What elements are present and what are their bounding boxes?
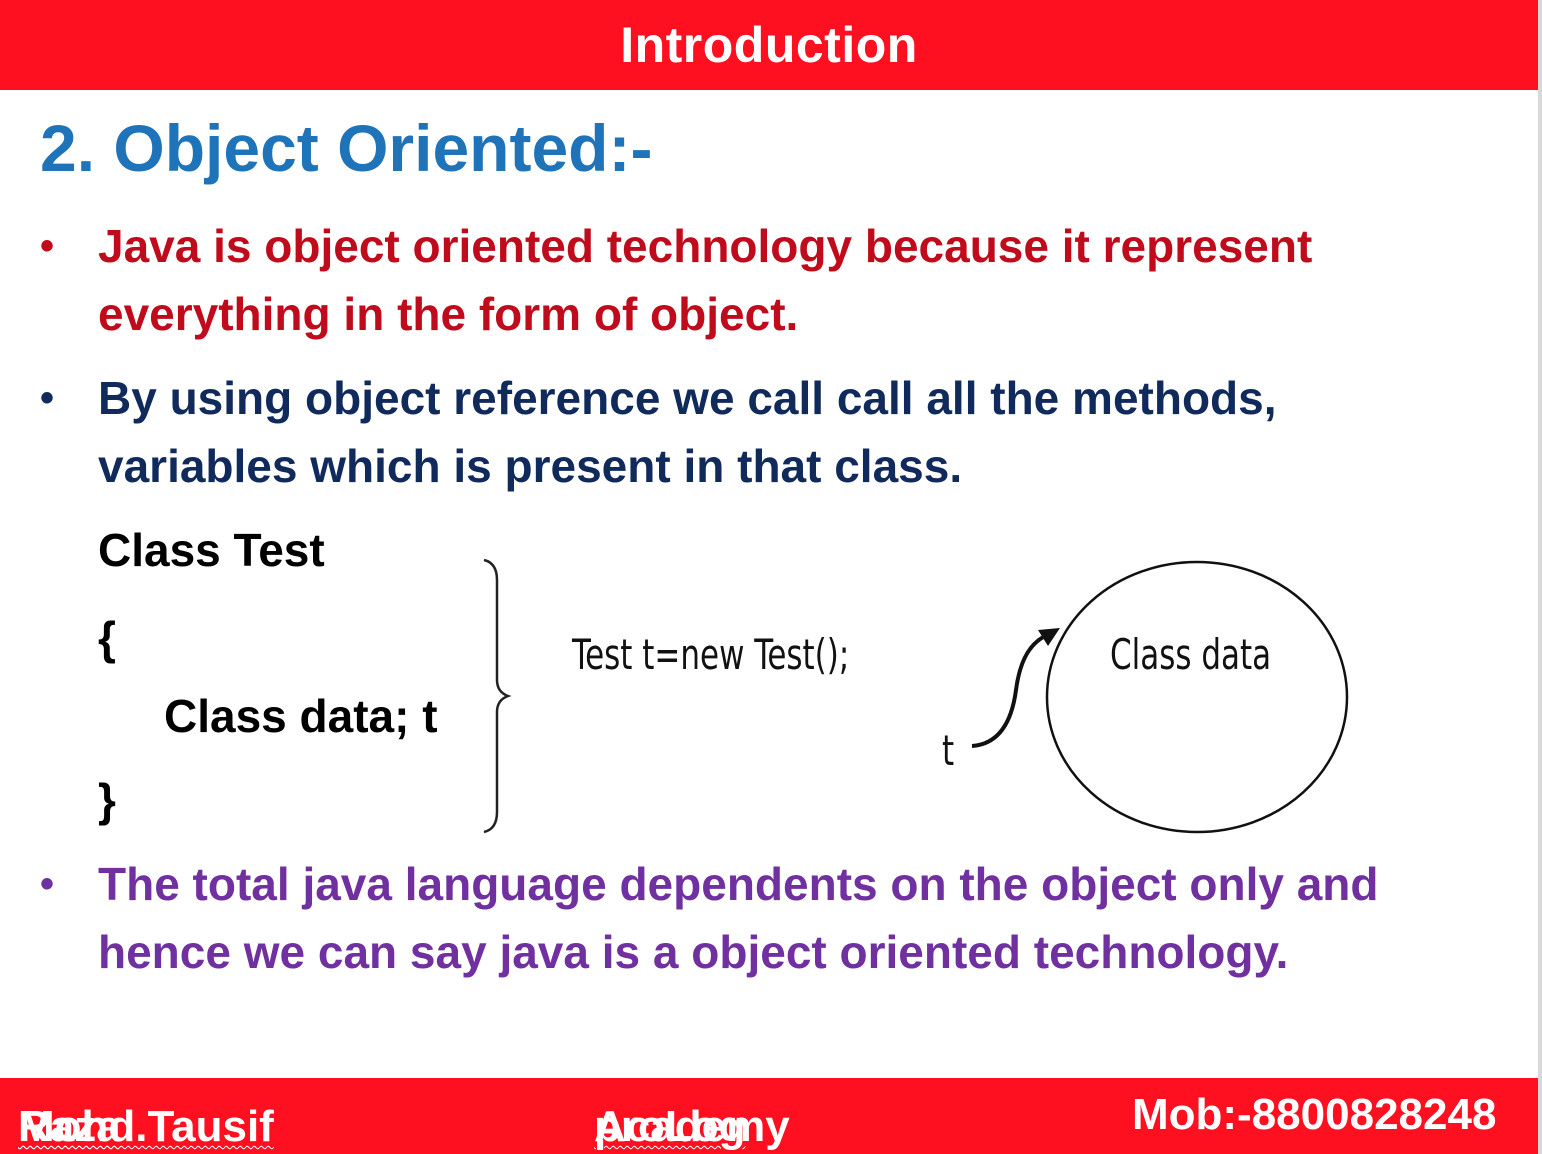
curly-brace bbox=[483, 558, 512, 834]
bullet-text-3: The total java language dependents on th… bbox=[98, 858, 1379, 978]
footer-bar: Mohd.Tausif Raza proLog Academy Mob:-880… bbox=[0, 1078, 1538, 1154]
class-data-ellipse bbox=[1045, 560, 1349, 834]
reference-label: t bbox=[942, 726, 955, 775]
bullet-item-3: • The total java language dependents on … bbox=[40, 850, 1428, 986]
reference-arrow-line bbox=[971, 630, 1055, 748]
object-label: Class data bbox=[1110, 630, 1272, 679]
bullet-marker: • bbox=[40, 862, 55, 906]
academy-word: Academy bbox=[594, 1102, 790, 1151]
footer-mobile: Mob:-8800828248 bbox=[1132, 1090, 1497, 1139]
statement-label: Test t=new Test(); bbox=[572, 630, 850, 679]
author-last-name: Raza bbox=[18, 1102, 121, 1151]
